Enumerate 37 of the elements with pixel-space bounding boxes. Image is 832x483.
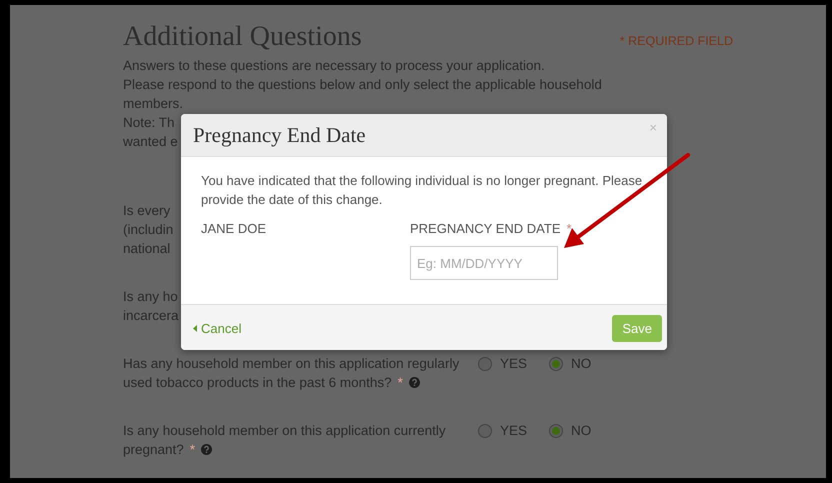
radio-button[interactable] — [549, 424, 564, 438]
question-text: Is any household member on this application currently — [123, 422, 446, 440]
close-button[interactable]: × — [649, 120, 657, 135]
save-button[interactable]: Save — [612, 315, 662, 342]
intro-text: Please respond to the questions below and only select the applicable household — [123, 76, 602, 94]
help-icon[interactable] — [201, 444, 212, 455]
radio-label: NO — [571, 422, 592, 440]
cancel-link[interactable]: Cancel — [193, 321, 242, 336]
required-mark: * — [190, 441, 196, 459]
radio-label: NO — [571, 355, 592, 373]
date-input-field[interactable]: Eg: MM/DD/YYYY — [410, 246, 558, 280]
required-mark: * — [398, 374, 403, 392]
radio-button[interactable] — [549, 356, 564, 370]
radio-label: YES — [500, 355, 528, 373]
intro-text: Answers to these questions are necessary to process your application. — [123, 57, 545, 75]
radio-label: YES — [500, 422, 528, 440]
caret-icon — [193, 325, 197, 332]
question-text: Has any household member on this application regularly — [123, 355, 460, 373]
page-title: Additional Questions — [123, 20, 362, 54]
person-name: JANE DOE — [201, 220, 268, 238]
dialog-message: You have indicated that the following individual is no longer pregnant. Please provide the date of this change. — [201, 172, 644, 209]
question-text: pregnant? — [123, 441, 184, 459]
intro-text: Note: Th — [123, 114, 175, 132]
dialog-title: Pregnancy End Date — [193, 122, 366, 148]
question-text: Is any ho — [123, 288, 178, 306]
intro-text: wanted e — [123, 133, 178, 151]
question-text: used tobacco products in the past 6 months? — [123, 374, 392, 392]
radio-button[interactable] — [478, 356, 492, 370]
help-icon[interactable] — [408, 377, 420, 388]
intro-text: members. — [123, 95, 184, 113]
question-text: national — [123, 240, 170, 258]
question-text: (includin — [123, 221, 174, 239]
radio-button[interactable] — [478, 424, 492, 438]
field-label: PREGNANCY END DATE * — [410, 220, 572, 238]
question-text: incarcera — [123, 307, 179, 325]
required-field-note: * REQUIRED FIELD — [620, 34, 733, 48]
question-text: Is every — [123, 202, 170, 220]
